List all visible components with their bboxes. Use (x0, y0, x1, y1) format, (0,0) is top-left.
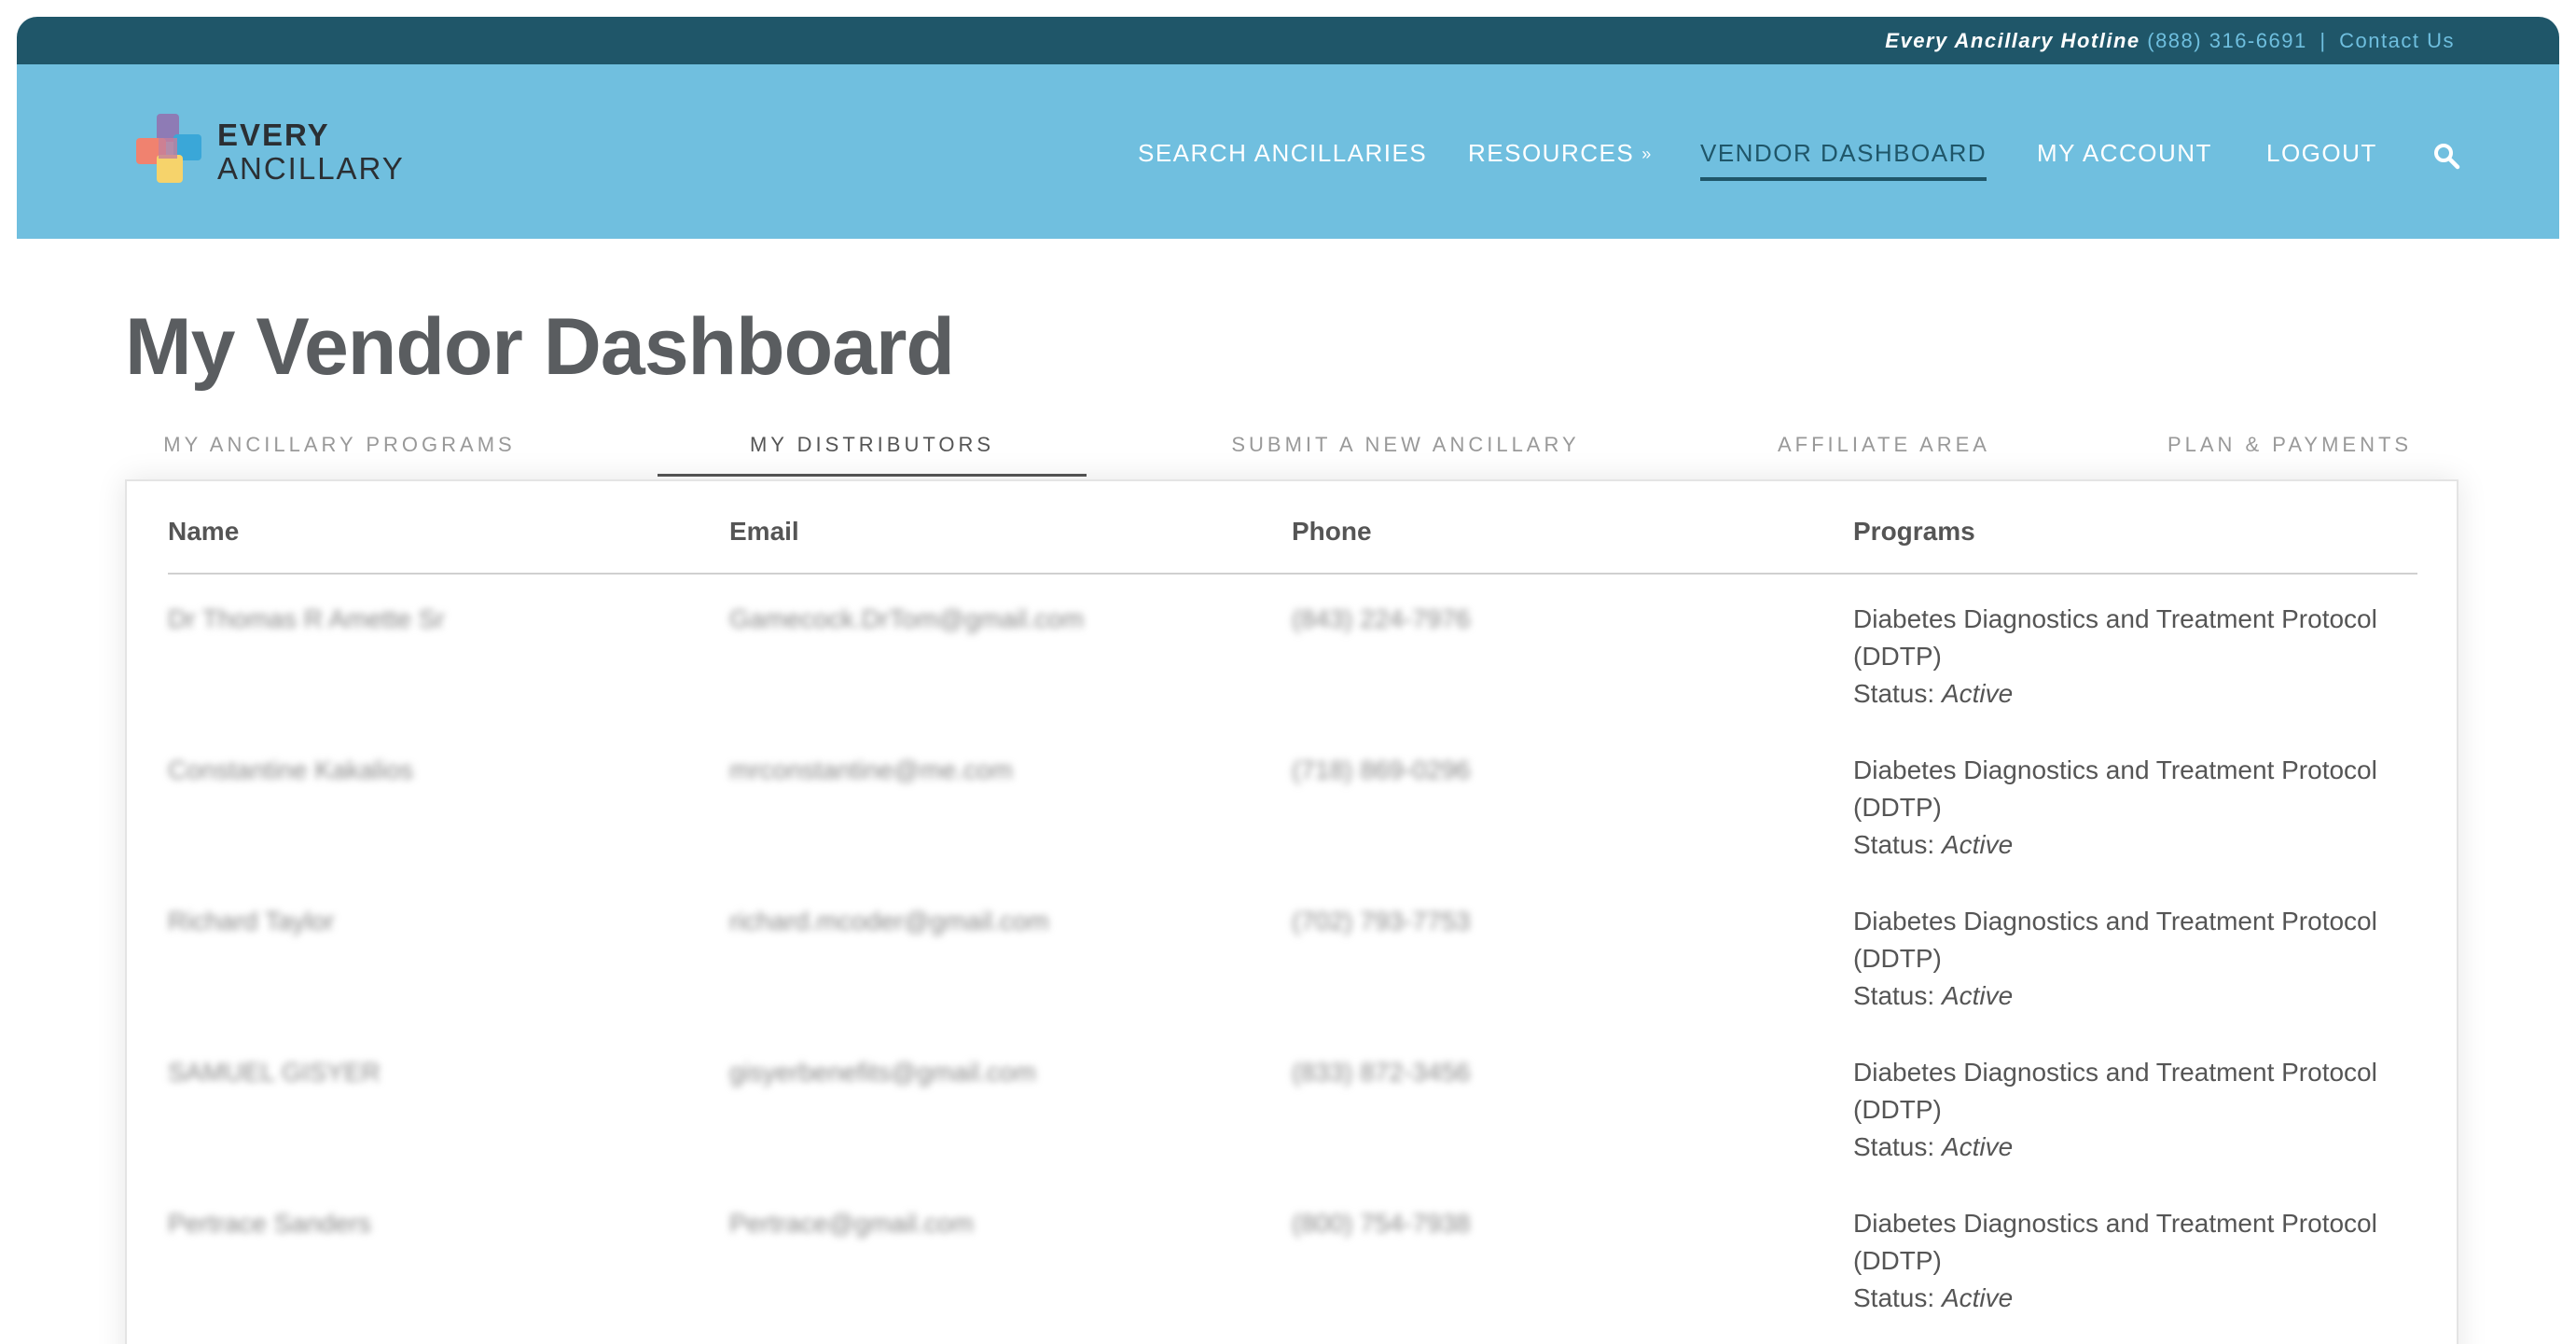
distributors-table: Name Email Phone Programs Dr Thomas R Am… (168, 517, 2417, 1330)
table-row: Richard Taylor richard.mcoder@gmail.com … (168, 877, 2417, 1028)
nav-search-ancillaries[interactable]: SEARCH ANCILLARIES (1138, 139, 1427, 168)
distributor-email: Gamecock.DrTom@gmail.com (729, 604, 1085, 633)
distributor-phone: (718) 869-0296 (1292, 755, 1471, 784)
nav-my-account[interactable]: MY ACCOUNT (2037, 139, 2212, 168)
table-row: Dr Thomas R Amette Sr Gamecock.DrTom@gma… (168, 574, 2417, 726)
distributor-name: Pertrace Sanders (168, 1209, 371, 1238)
distributor-email: richard.mcoder@gmail.com (729, 907, 1049, 935)
column-header-phone: Phone (1292, 517, 1853, 575)
program-name: Diabetes Diagnostics and Treatment Proto… (1853, 907, 2377, 973)
distributor-phone: (833) 872-3456 (1292, 1058, 1471, 1087)
status-label: Status: (1853, 679, 1935, 708)
top-bar-content: Every Ancillary Hotline (888) 316-6691 |… (1885, 17, 2455, 64)
status-value: Active (1941, 1283, 2014, 1312)
dashboard-tabs: MY ANCILLARY PROGRAMS MY DISTRIBUTORS SU… (125, 416, 2472, 478)
distributor-name: Dr Thomas R Amette Sr (168, 604, 445, 633)
table-row: SAMUEL GISYER gisyerbenefits@gmail.com (… (168, 1028, 2417, 1179)
status-value: Active (1941, 830, 2014, 859)
search-icon[interactable] (2432, 142, 2460, 170)
distributor-phone: (843) 224-7976 (1292, 604, 1471, 633)
status-value: Active (1941, 1132, 2014, 1161)
site-header: EVERY ANCILLARY SEARCH ANCILLARIES RESOU… (17, 64, 2559, 239)
hotline-phone-link[interactable]: (888) 316-6691 (2147, 29, 2306, 52)
tab-affiliate-area[interactable]: AFFILIATE AREA (1707, 416, 2061, 474)
status-value: Active (1941, 679, 2014, 708)
nav-label: SEARCH ANCILLARIES (1138, 139, 1428, 167)
tab-my-distributors[interactable]: MY DISTRIBUTORS (658, 416, 1087, 477)
table-row: Pertrace Sanders Pertrace@gmail.com (800… (168, 1179, 2417, 1330)
chevron-down-icon: » (1641, 145, 1653, 163)
distributor-programs: Diabetes Diagnostics and Treatment Proto… (1853, 1179, 2417, 1330)
program-status: Status: Active (1853, 1280, 2417, 1317)
distributor-email: Pertrace@gmail.com (729, 1209, 974, 1238)
nav-label: RESOURCES (1468, 139, 1635, 167)
status-label: Status: (1853, 1283, 1935, 1312)
distributor-programs: Diabetes Diagnostics and Treatment Proto… (1853, 1028, 2417, 1179)
distributor-email: mrconstantine@me.com (729, 755, 1013, 784)
hotline-label: Every Ancillary Hotline (1885, 29, 2140, 52)
program-name: Diabetes Diagnostics and Treatment Proto… (1853, 604, 2377, 671)
nav-label: MY ACCOUNT (2037, 139, 2212, 167)
table-header-row: Name Email Phone Programs (168, 517, 2417, 575)
nav-label: LOGOUT (2266, 139, 2377, 167)
distributor-programs: Diabetes Diagnostics and Treatment Proto… (1853, 574, 2417, 726)
distributor-name: Richard Taylor (168, 907, 335, 935)
status-label: Status: (1853, 830, 1935, 859)
column-header-programs: Programs (1853, 517, 2417, 575)
distributor-name: Constantine Kakalios (168, 755, 414, 784)
distributor-email: gisyerbenefits@gmail.com (729, 1058, 1036, 1087)
program-status: Status: Active (1853, 826, 2417, 864)
column-header-name: Name (168, 517, 729, 575)
page-title: My Vendor Dashboard (125, 302, 955, 392)
distributors-panel: Name Email Phone Programs Dr Thomas R Am… (125, 479, 2458, 1344)
nav-logout[interactable]: LOGOUT (2266, 139, 2377, 168)
distributor-name: SAMUEL GISYER (168, 1058, 381, 1087)
main-nav: SEARCH ANCILLARIES RESOURCES » VENDOR DAS… (17, 64, 2559, 239)
top-bar: Every Ancillary Hotline (888) 316-6691 |… (17, 17, 2559, 64)
status-label: Status: (1853, 981, 1935, 1010)
tab-plan-payments[interactable]: PLAN & PAYMENTS (2108, 416, 2472, 474)
nav-vendor-dashboard[interactable]: VENDOR DASHBOARD (1700, 139, 1987, 181)
contact-us-link[interactable]: Contact Us (2339, 29, 2455, 52)
distributor-phone: (702) 793-7753 (1292, 907, 1471, 935)
column-header-email: Email (729, 517, 1292, 575)
tab-submit-new-ancillary[interactable]: SUBMIT A NEW ANCILLARY (1191, 416, 1620, 474)
nav-label: VENDOR DASHBOARD (1700, 139, 1987, 167)
distributor-programs: Diabetes Diagnostics and Treatment Proto… (1853, 877, 2417, 1028)
program-status: Status: Active (1853, 1129, 2417, 1166)
tab-my-ancillary-programs[interactable]: MY ANCILLARY PROGRAMS (125, 416, 554, 474)
program-status: Status: Active (1853, 977, 2417, 1015)
status-label: Status: (1853, 1132, 1935, 1161)
program-name: Diabetes Diagnostics and Treatment Proto… (1853, 755, 2377, 822)
status-value: Active (1941, 981, 2014, 1010)
distributor-programs: Diabetes Diagnostics and Treatment Proto… (1853, 726, 2417, 877)
nav-resources[interactable]: RESOURCES » (1468, 139, 1653, 168)
program-status: Status: Active (1853, 675, 2417, 713)
browser-frame: Every Ancillary Hotline (888) 316-6691 |… (17, 17, 2559, 1344)
table-row: Constantine Kakalios mrconstantine@me.co… (168, 726, 2417, 877)
distributor-phone: (800) 754-7938 (1292, 1209, 1471, 1238)
program-name: Diabetes Diagnostics and Treatment Proto… (1853, 1058, 2377, 1124)
topbar-separator: | (2320, 29, 2327, 52)
program-name: Diabetes Diagnostics and Treatment Proto… (1853, 1209, 2377, 1275)
